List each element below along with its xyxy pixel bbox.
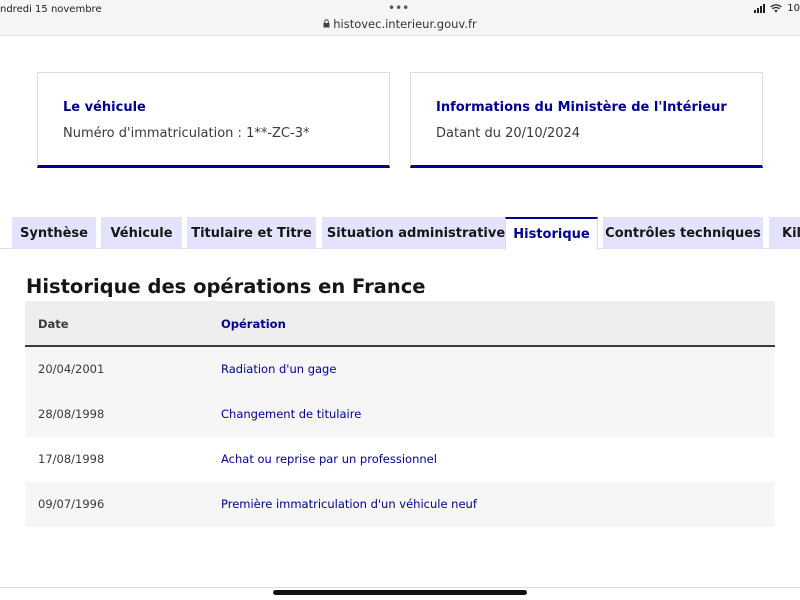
operation-link[interactable]: Changement de titulaire [221,407,361,421]
operation-date: 09/07/1996 [38,497,105,511]
registration-number: Numéro d'immatriculation : 1**-ZC-3* [63,126,310,141]
lock-icon [323,17,330,31]
home-indicator[interactable] [273,590,527,595]
tab-situation-administrative[interactable]: Situation administrative [322,217,510,249]
column-header-date: Date [38,317,69,331]
address-bar[interactable]: histovec.interieur.gouv.fr [0,17,800,31]
tab-kilometrage[interactable]: Kil [769,217,800,249]
url-text[interactable]: histovec.interieur.gouv.fr [333,17,477,31]
more-options-icon[interactable]: ••• [388,1,409,15]
operation-link[interactable]: Radiation d'un gage [221,362,336,376]
operations-table: Date Opération 20/04/2001 Radiation d'un… [25,301,775,527]
column-header-operation: Opération [221,317,286,331]
table-row: 20/04/2001 Radiation d'un gage [25,347,775,392]
vehicle-card-title: Le véhicule [63,100,146,115]
ministry-card-title: Informations du Ministère de l'Intérieur [436,100,727,115]
operation-date: 28/08/1998 [38,407,105,421]
data-date: Datant du 20/10/2024 [436,126,581,141]
operation-date: 17/08/1998 [38,452,105,466]
operation-link[interactable]: Première immatriculation d'un véhicule n… [221,497,477,511]
table-row: 28/08/1998 Changement de titulaire [25,392,775,437]
table-header: Date Opération [25,301,775,347]
table-row: 09/07/1996 Première immatriculation d'un… [25,482,775,527]
status-date: ndredi 15 novembre [0,4,102,15]
operation-date: 20/04/2001 [38,362,105,376]
ministry-info-card: Informations du Ministère de l'Intérieur… [410,72,763,168]
operation-link[interactable]: Achat ou reprise par un professionnel [221,452,437,466]
status-indicators: 10 [754,3,800,14]
table-row: 17/08/1998 Achat ou reprise par un profe… [25,437,775,482]
tab-historique[interactable]: Historique [505,217,598,250]
cellular-signal-icon [754,4,766,13]
wifi-icon [770,4,782,13]
tab-titulaire-titre[interactable]: Titulaire et Titre [187,217,316,249]
section-title: Historique des opérations en France [26,275,426,298]
tab-synthese[interactable]: Synthèse [12,217,96,249]
tab-vehicule[interactable]: Véhicule [101,217,182,249]
browser-status-bar: ndredi 15 novembre ••• histovec.interieu… [0,0,800,36]
tab-controles-techniques[interactable]: Contrôles techniques [603,217,763,249]
vehicle-card: Le véhicule Numéro d'immatriculation : 1… [37,72,390,168]
battery-percent: 10 [787,3,800,14]
